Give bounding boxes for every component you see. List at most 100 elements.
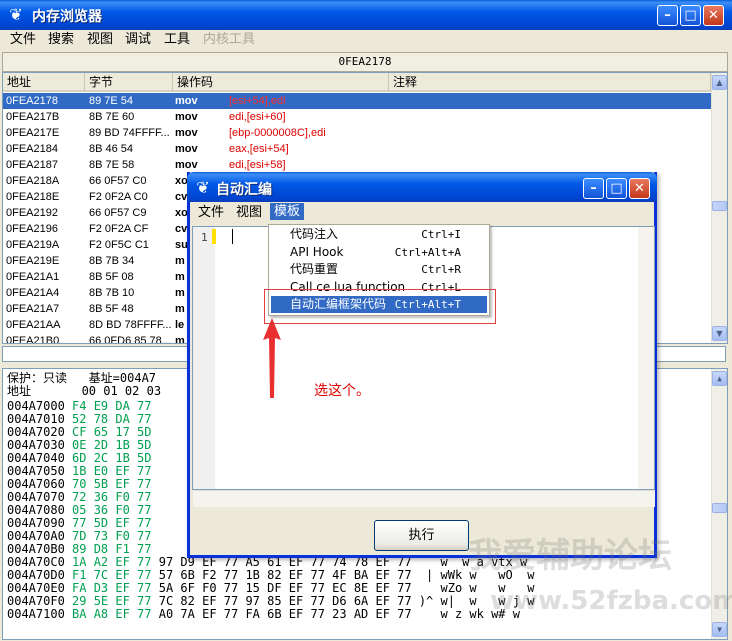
row-bytes: 66 0F57 C9	[89, 207, 147, 219]
hex-row-bytes: 89 D8 F1 77	[72, 542, 152, 556]
row-op: m	[175, 303, 185, 315]
template-item-shortcut: Ctrl+I	[421, 228, 461, 241]
row-bytes: F2 0F2A CF	[89, 223, 149, 235]
column-opcode[interactable]: 操作码	[173, 73, 389, 92]
dialog-menu-view[interactable]: 视图	[236, 204, 262, 221]
row-bytes: 89 BD 74FFFF...	[89, 127, 170, 139]
table-row[interactable]: 0FEA2184 8B 46 54 mov eax,[esi+54]	[3, 141, 711, 157]
row-bytes: 8B 46 54	[89, 143, 134, 155]
row-addr: 0FEA2196	[6, 223, 58, 235]
template-item-shortcut: Ctrl+Alt+A	[394, 245, 461, 259]
hex-row-address: 004A7070	[7, 490, 65, 504]
execute-button[interactable]: 执行	[374, 520, 469, 551]
hex-scroll-down-icon[interactable]: ▼	[712, 622, 727, 637]
row-op: cv	[175, 223, 188, 235]
close-button[interactable]: ✕	[703, 5, 724, 26]
dialog-maximize-button[interactable]: □	[606, 178, 627, 199]
hex-row-address: 004A7020	[7, 425, 65, 439]
editor-scrollbar[interactable]	[638, 227, 654, 489]
menu-tools[interactable]: 工具	[164, 31, 190, 48]
hex-scroll-up-icon[interactable]: ▲	[712, 371, 727, 386]
template-item-label: API Hook	[290, 244, 344, 259]
template-item-label: 代码重置	[290, 262, 339, 276]
modified-marker	[212, 229, 216, 244]
row-bytes: 8B 5F 48	[89, 303, 134, 315]
row-op: m	[175, 335, 185, 344]
row-addr: 0FEA21A7	[6, 303, 60, 315]
menu-view[interactable]: 视图	[87, 31, 113, 48]
hex-row-bytes: 29 5E EF 77	[72, 594, 152, 608]
dialog-close-button[interactable]: ✕	[629, 178, 650, 199]
menu-file[interactable]: 文件	[10, 31, 36, 48]
hex-row-bytes: 1A A2 EF 77	[72, 555, 152, 569]
row-op: mov	[175, 95, 198, 107]
watermark-url: www.52fzba.com	[490, 586, 732, 616]
row-addr: 0FEA2184	[6, 143, 58, 155]
text-cursor	[232, 229, 233, 244]
hex-row-address: 004A7050	[7, 464, 65, 478]
row-bytes: 8B 5F 08	[89, 271, 134, 283]
row-addr: 0FEA21A1	[6, 271, 60, 283]
hex-scroll-thumb[interactable]	[712, 503, 727, 513]
protection-info: 保护：只读 基址=004A7	[7, 371, 157, 385]
template-menu-item[interactable]: API Hook Ctrl+Alt+A	[271, 244, 487, 261]
dialog-minimize-button[interactable]: –	[583, 178, 604, 199]
hex-row-address: 004A70E0	[7, 581, 65, 595]
row-op: mov	[175, 143, 198, 155]
menu-debug[interactable]: 调试	[125, 31, 151, 48]
template-menu-item[interactable]: 代码注入 Ctrl+I	[271, 226, 487, 243]
hex-row-more: A0 7A EF 77 FA 6B EF 77 23 AD EF 77 w z …	[158, 607, 520, 621]
row-op: xo	[175, 175, 188, 187]
table-row[interactable]: 0FEA2187 8B 7E 58 mov edi,[esi+58]	[3, 157, 711, 173]
scroll-up-icon[interactable]: ▲	[712, 75, 727, 90]
row-op: cv	[175, 191, 188, 203]
row-bytes: F2 0F5C C1	[89, 239, 149, 251]
template-menu-item[interactable]: 代码重置 Ctrl+R	[271, 261, 487, 278]
template-item-label: 代码注入	[290, 227, 339, 241]
hex-row-address: 004A70B0	[7, 542, 65, 556]
row-arg: edi,[esi+58]	[229, 159, 286, 171]
column-address[interactable]: 地址	[3, 73, 85, 92]
editor-hscrollbar[interactable]	[193, 490, 655, 507]
dialog-title: 自动汇编	[216, 182, 272, 198]
hex-row-bytes: BA A8 EF 77	[72, 607, 152, 621]
disasm-scroll-thumb[interactable]	[712, 201, 727, 211]
hex-row-bytes: 70 5B EF 77	[72, 477, 152, 491]
row-addr: 0FEA2178	[6, 95, 58, 107]
hex-row-bytes: F4 E9 DA 77	[72, 399, 152, 413]
scroll-down-icon[interactable]: ▼	[712, 326, 727, 341]
row-arg: [ebp-0000008C],edi	[229, 127, 326, 139]
menu-search[interactable]: 搜索	[48, 31, 74, 48]
table-row[interactable]: 0FEA217E 89 BD 74FFFF... mov [ebp-0000008C]…	[3, 125, 711, 141]
minimize-button[interactable]: –	[657, 5, 678, 26]
template-item-shortcut: Ctrl+R	[421, 263, 461, 276]
row-op: mov	[175, 127, 198, 139]
hex-row-bytes: CF 65 17 5D	[72, 425, 152, 439]
hex-row-address: 004A7090	[7, 516, 65, 530]
row-addr: 0FEA219A	[6, 239, 60, 251]
row-op: mov	[175, 111, 198, 123]
column-bytes[interactable]: 字节	[85, 73, 173, 92]
hex-row[interactable]: 004A7100 BA A8 EF 77 A0 7A EF 77 FA 6B E…	[7, 608, 520, 621]
dialog-menu-file[interactable]: 文件	[198, 204, 224, 221]
hex-row-address: 004A7030	[7, 438, 65, 452]
hex-row-bytes: F1 7C EF 77	[72, 568, 152, 582]
table-row[interactable]: 0FEA217B 8B 7E 60 mov edi,[esi+60]	[3, 109, 711, 125]
column-comment[interactable]: 注释	[389, 73, 711, 92]
maximize-button[interactable]: □	[680, 5, 701, 26]
row-addr: 0FEA219E	[6, 255, 60, 267]
hex-row-address: 004A7060	[7, 477, 65, 491]
main-titlebar[interactable]	[0, 0, 732, 30]
row-op: m	[175, 287, 185, 299]
row-arg: [esi+54],edi	[229, 95, 286, 107]
hex-row-address: 004A7040	[7, 451, 65, 465]
dialog-menu-template[interactable]: 模板	[270, 203, 305, 220]
highlight-box	[264, 289, 496, 324]
hex-row-bytes: 77 5D EF 77	[72, 516, 152, 530]
current-address-bar[interactable]: 0FEA2178	[2, 52, 728, 72]
row-bytes: 66 0F57 C0	[89, 175, 147, 187]
hex-header: 地址 00 01 02 03	[7, 384, 162, 398]
table-row[interactable]: 0FEA2178 89 7E 54 mov [esi+54],edi	[3, 93, 711, 109]
row-addr: 0FEA21B0	[6, 335, 60, 344]
row-op: xo	[175, 207, 188, 219]
